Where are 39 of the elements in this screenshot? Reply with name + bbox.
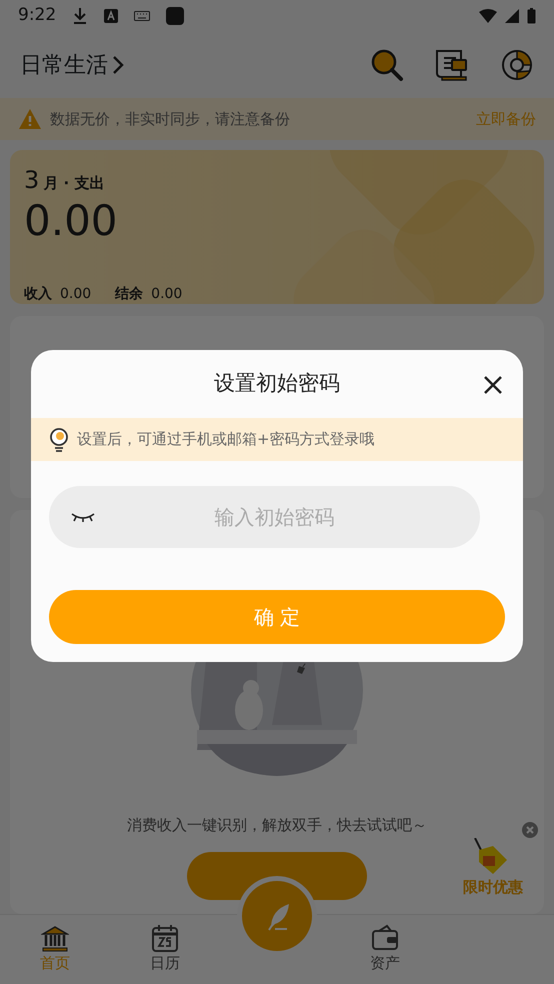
warning-icon: [18, 108, 42, 130]
stat-label: 结余: [115, 285, 144, 304]
promo-label[interactable]: 限时优惠: [463, 876, 523, 898]
bank-icon: [41, 924, 69, 952]
download-icon: [72, 7, 88, 25]
scroll-icon[interactable]: [434, 48, 470, 82]
stat-value: 0.00: [60, 285, 92, 304]
search-icon[interactable]: [370, 48, 404, 82]
confirm-button[interactable]: 确 定: [49, 590, 505, 644]
backup-now-link[interactable]: 立即备份: [476, 108, 536, 130]
wifi-icon: [479, 9, 497, 23]
notice-text: 数据无价，非实时同步，请注意备份: [50, 108, 290, 130]
notebook-selector[interactable]: 日常生活: [20, 48, 124, 82]
stat-value: 0.00: [151, 285, 182, 304]
tip-text: 设置后，可通过手机或邮箱+密码方式登录哦: [77, 429, 375, 450]
keyboard-icon: [134, 11, 150, 21]
wallet-icon: [371, 924, 399, 952]
signal-icon: [505, 9, 519, 23]
month-number: 3: [24, 165, 40, 196]
period-label: 月 · 支出: [43, 173, 104, 194]
chevron-right-icon: [112, 55, 124, 75]
nav-tab[interactable]: 日历: [110, 923, 220, 976]
app-icon: [104, 9, 118, 23]
battery-icon: [527, 8, 536, 24]
clock-time: 9:22: [18, 4, 56, 28]
pie-chart-icon[interactable]: [500, 48, 534, 82]
eye-closed-icon[interactable]: [71, 511, 95, 523]
close-icon[interactable]: [522, 822, 538, 838]
expense-amount: 0.00: [24, 196, 118, 245]
stat-label: 收入: [24, 285, 52, 304]
lightbulb-icon: [49, 428, 69, 452]
hint-text: 消费收入一键识别，解放双手，快去试试吧～: [127, 814, 427, 836]
nav-tab[interactable]: 首页: [0, 923, 110, 976]
dialog-title: 设置初始密码: [214, 370, 340, 398]
password-field[interactable]: 输入初始密码: [49, 486, 480, 548]
nav-tab[interactable]: 资产: [330, 923, 440, 976]
calendar-icon: [151, 924, 179, 952]
square-icon: [166, 7, 184, 25]
close-icon: [483, 374, 503, 395]
